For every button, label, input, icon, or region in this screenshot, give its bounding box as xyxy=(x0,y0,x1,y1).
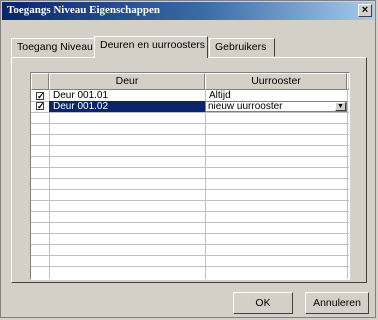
row-2-uurrooster: nieuw uurrooster xyxy=(208,101,283,112)
close-button[interactable]: × xyxy=(358,4,372,17)
grid-line xyxy=(31,255,349,256)
dropdown-button[interactable]: ▼ xyxy=(335,102,346,111)
grid-line xyxy=(31,134,349,135)
grid-line xyxy=(31,145,349,146)
chevron-down-icon: ▼ xyxy=(337,103,344,110)
row-1-checkbox[interactable]: ✓ xyxy=(36,92,45,101)
grid-line xyxy=(31,266,349,267)
tab-deuren-en-uurroosters[interactable]: Deuren en uurroosters xyxy=(94,36,208,58)
tab-toegang-niveau[interactable]: Toegang Niveau xyxy=(11,38,95,57)
close-icon: × xyxy=(361,4,369,16)
grid-line xyxy=(31,178,349,179)
grid-line xyxy=(31,123,349,124)
grid-line xyxy=(31,112,349,113)
grid-divider xyxy=(49,90,50,279)
header-uurrooster[interactable]: Uurrooster xyxy=(205,73,347,90)
grid-header: Deur Uurrooster xyxy=(31,73,349,90)
grid-line xyxy=(31,189,349,190)
tab-gebruikers[interactable]: Gebruikers xyxy=(209,38,275,57)
header-deur[interactable]: Deur xyxy=(49,73,205,90)
header-filler xyxy=(347,73,349,90)
row-1-uurrooster[interactable]: Altijd xyxy=(209,90,231,101)
title-bar: Toegangs Niveau Eigenschappen × xyxy=(2,2,374,20)
grid-line xyxy=(31,244,349,245)
dialog-window: Toegangs Niveau Eigenschappen × Toegang … xyxy=(0,0,376,318)
grid-line xyxy=(31,233,349,234)
doors-schedules-grid[interactable]: Deur Uurrooster ✓ Deur 001.01 Altijd ✓ D… xyxy=(30,72,350,280)
grid-divider xyxy=(205,90,206,279)
tab-panel: Deur Uurrooster ✓ Deur 001.01 Altijd ✓ D… xyxy=(11,57,367,283)
cancel-button[interactable]: Annuleren xyxy=(305,292,369,314)
header-checkbox-column xyxy=(31,73,49,90)
ok-button[interactable]: OK xyxy=(233,292,293,314)
row-2-checkbox[interactable]: ✓ xyxy=(36,102,45,111)
row-2-uurrooster-dropdown[interactable]: nieuw uurrooster ▼ xyxy=(205,101,347,112)
grid-line xyxy=(31,211,349,212)
window-title: Toegangs Niveau Eigenschappen xyxy=(7,4,161,16)
grid-divider xyxy=(347,90,348,279)
grid-line xyxy=(31,200,349,201)
grid-line xyxy=(31,156,349,157)
grid-line xyxy=(31,222,349,223)
grid-line xyxy=(31,167,349,168)
row-2-deur[interactable]: Deur 001.02 xyxy=(53,101,108,112)
row-1-deur[interactable]: Deur 001.01 xyxy=(53,90,108,101)
